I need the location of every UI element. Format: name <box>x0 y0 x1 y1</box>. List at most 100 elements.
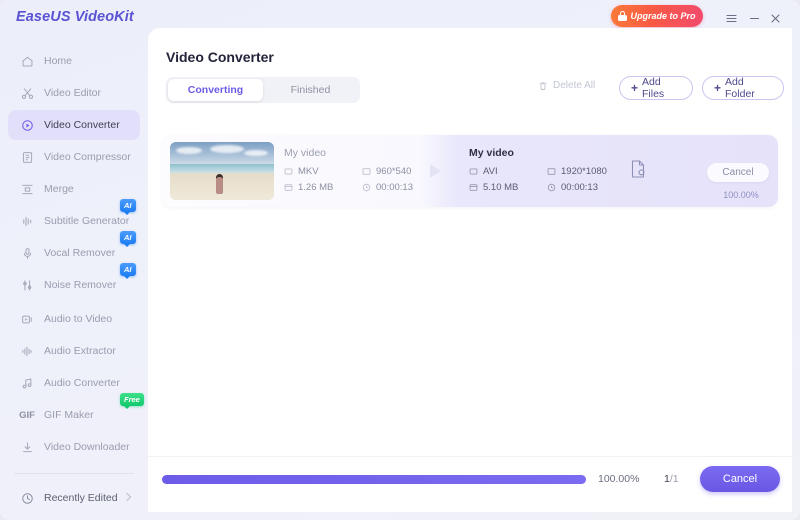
card-progress-percent: 100.00% <box>723 190 759 200</box>
file-settings-icon[interactable] <box>629 159 647 179</box>
app-logo: EaseUS VideoKit <box>16 9 134 25</box>
duration-icon <box>362 183 371 192</box>
sidebar-item-home[interactable]: Home <box>8 46 140 76</box>
tab-converting[interactable]: Converting <box>168 79 263 101</box>
sidebar-item-label: Vocal Remover <box>44 247 116 259</box>
menu-icon[interactable] <box>722 9 740 27</box>
sidebar-item-label: Video Downloader <box>44 441 130 453</box>
home-icon <box>16 55 38 68</box>
tab-bar: Converting Finished <box>166 77 360 103</box>
sidebar-item-video-compressor[interactable]: Video Compressor <box>8 142 140 172</box>
sidebar-item-label: Audio Extractor <box>44 345 116 357</box>
tab-finished[interactable]: Finished <box>263 79 358 101</box>
sidebar-item-label: Recently Edited <box>44 492 118 504</box>
merge-icon <box>16 183 38 196</box>
sidebar-item-label: Video Editor <box>44 87 102 99</box>
target-duration: 00:00:13 <box>547 182 598 193</box>
add-folder-button[interactable]: + Add Folder <box>702 76 784 100</box>
arrow-right-icon <box>430 164 441 178</box>
ai-badge: AI <box>120 263 136 279</box>
download-icon <box>16 441 38 454</box>
overall-progress-fill <box>162 475 586 484</box>
sliders-icon <box>16 279 38 292</box>
sidebar-item-label: Noise Remover <box>44 279 117 291</box>
delete-all-label: Delete All <box>553 80 596 91</box>
target-file-name: My video <box>469 147 514 159</box>
sidebar-item-label: Audio to Video <box>44 313 113 325</box>
sidebar-item-noise-remover[interactable]: Noise Remover AI <box>8 263 140 300</box>
lock-icon <box>618 11 628 21</box>
task-count: 1/1 <box>664 473 679 485</box>
target-file-info: My video AVI 1920*1080 5.10 MB 00:00:13 <box>469 147 607 198</box>
plus-icon: + <box>631 81 639 95</box>
app-window: EaseUS VideoKit Upgrade to Pro Home Vide… <box>0 0 800 520</box>
size-icon <box>469 184 478 191</box>
page-title: Video Converter <box>166 49 274 65</box>
source-resolution: 960*540 <box>362 166 411 177</box>
sidebar-divider <box>14 473 134 474</box>
cancel-all-button[interactable]: Cancel <box>700 466 780 492</box>
sidebar-item-label: Video Converter <box>44 119 120 131</box>
minimize-icon[interactable] <box>745 9 763 27</box>
close-icon[interactable] <box>766 9 784 27</box>
compress-icon <box>16 151 38 164</box>
source-file-info: My video MKV 960*540 1.26 MB 00:00:13 <box>284 147 413 198</box>
delete-all-button: Delete All <box>538 80 595 91</box>
sidebar-item-audio-to-video[interactable]: Audio to Video <box>8 304 140 334</box>
music-note-icon <box>16 377 38 390</box>
scissors-icon <box>16 87 38 100</box>
video-thumbnail <box>170 142 274 200</box>
microphone-icon <box>16 247 38 260</box>
conversion-task-card[interactable]: My video MKV 960*540 1.26 MB 00:00:13 My… <box>162 135 778 207</box>
sidebar: Home Video Editor Video Converter Video … <box>0 36 148 520</box>
trash-icon <box>539 81 547 90</box>
card-cancel-button[interactable]: Cancel <box>707 163 769 182</box>
sidebar-item-gif-maker[interactable]: GIF GIF Maker Free <box>8 393 144 430</box>
resolution-icon <box>362 168 371 175</box>
ai-badge: AI <box>120 231 136 247</box>
add-files-label: Add Files <box>642 76 665 100</box>
source-format: MKV <box>284 166 362 177</box>
target-size: 5.10 MB <box>469 182 547 193</box>
sidebar-item-video-editor[interactable]: Video Editor <box>8 78 140 108</box>
format-icon <box>469 168 478 175</box>
sidebar-item-label: Video Compressor <box>44 151 131 163</box>
waveform-icon <box>16 345 38 358</box>
sidebar-item-recently-edited[interactable]: Recently Edited <box>8 483 140 513</box>
resolution-icon <box>547 168 556 175</box>
sidebar-item-label: Merge <box>44 183 74 195</box>
add-folder-label: Add Folder <box>725 76 755 100</box>
gif-icon: GIF <box>19 409 35 421</box>
chevron-right-icon <box>122 492 132 502</box>
ai-badge: AI <box>120 199 136 215</box>
footer-divider <box>148 456 792 457</box>
sidebar-item-video-converter[interactable]: Video Converter <box>8 110 140 140</box>
add-files-button[interactable]: + Add Files <box>619 76 693 100</box>
upgrade-label: Upgrade to Pro <box>630 11 696 21</box>
sidebar-item-label: Audio Converter <box>44 377 120 389</box>
source-duration: 00:00:13 <box>362 182 413 193</box>
source-size: 1.26 MB <box>284 182 362 193</box>
target-resolution: 1920*1080 <box>547 166 607 177</box>
task-count-total: /1 <box>669 473 679 485</box>
subtitle-icon <box>16 215 38 228</box>
sidebar-item-label: GIF Maker <box>44 409 94 421</box>
size-icon <box>284 184 293 191</box>
clock-icon <box>16 492 38 505</box>
source-file-name: My video <box>284 147 327 159</box>
audio-to-video-icon <box>16 313 38 326</box>
overall-progress-percent: 100.00% <box>598 473 640 485</box>
upgrade-to-pro-button[interactable]: Upgrade to Pro <box>611 5 703 27</box>
sidebar-item-audio-extractor[interactable]: Audio Extractor <box>8 336 140 366</box>
sidebar-item-label: Home <box>44 55 73 67</box>
free-badge: Free <box>120 393 144 409</box>
duration-icon <box>547 183 556 192</box>
target-format: AVI <box>469 166 547 177</box>
sidebar-item-video-downloader[interactable]: Video Downloader <box>8 432 140 462</box>
format-icon <box>284 168 293 175</box>
convert-icon <box>16 119 38 132</box>
overall-progress-bar <box>162 475 586 484</box>
main-panel: Video Converter Converting Finished Dele… <box>148 28 792 512</box>
plus-icon: + <box>714 81 722 95</box>
sidebar-item-label: Subtitle Generator <box>44 215 130 227</box>
